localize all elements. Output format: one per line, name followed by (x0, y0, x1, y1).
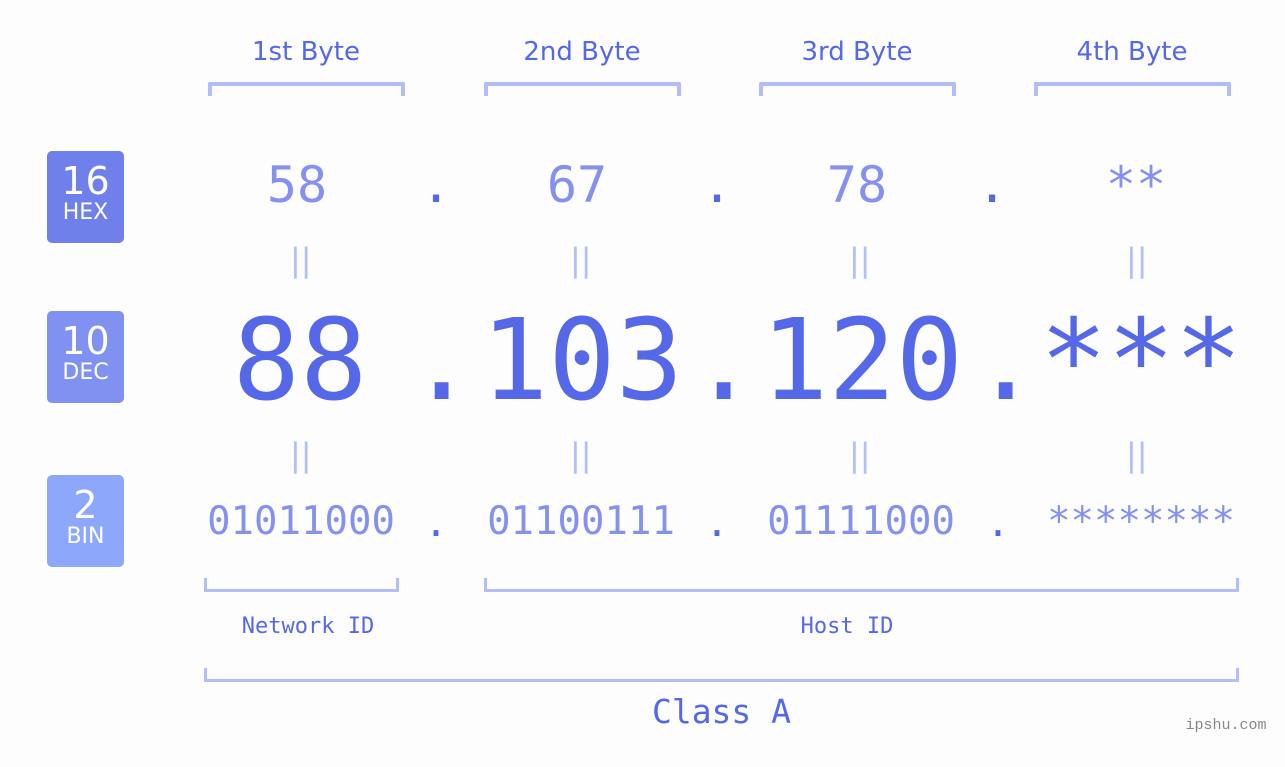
dec-base-number: 10 (61, 319, 110, 363)
equals-marker: || (570, 436, 592, 474)
byte-header-1: 1st Byte (252, 37, 360, 67)
bin-base-number: 2 (73, 483, 98, 527)
bin-base-label: BIN (66, 524, 105, 549)
bin-separator: . (424, 501, 448, 546)
hex-octet-2: 67 (546, 156, 608, 214)
equals-marker: || (849, 241, 871, 279)
network-id-bracket (204, 578, 399, 592)
hex-octet-3: 78 (826, 156, 888, 214)
byte-header-3: 3rd Byte (801, 37, 913, 67)
watermark: ipshu.com (1185, 717, 1267, 734)
dec-separator: . (690, 296, 758, 426)
class-bracket (204, 668, 1239, 682)
dec-base-label: DEC (62, 360, 109, 385)
class-label: Class A (651, 692, 792, 731)
hex-separator: . (421, 156, 452, 214)
bin-separator: . (986, 501, 1010, 546)
hex-separator: . (977, 156, 1008, 214)
bin-badge: 2 BIN (47, 475, 124, 567)
dec-separator: . (408, 296, 476, 426)
equals-marker: || (290, 241, 312, 279)
byte-header-2: 2nd Byte (523, 37, 641, 67)
equals-marker: || (1126, 241, 1148, 279)
equals-marker: || (290, 436, 312, 474)
byte-bracket-1 (208, 82, 405, 96)
hex-base-number: 16 (61, 159, 110, 203)
dec-badge: 10 DEC (47, 311, 124, 403)
equals-marker: || (570, 241, 592, 279)
equals-marker: || (849, 436, 871, 474)
host-id-bracket (484, 578, 1239, 592)
dec-octet-1: 88 (232, 296, 368, 426)
dec-octet-3: 120 (760, 296, 964, 426)
byte-bracket-4 (1034, 82, 1231, 96)
network-id-label: Network ID (241, 614, 375, 639)
hex-octet-1: 58 (266, 156, 328, 214)
dec-separator: . (972, 296, 1040, 426)
bin-octet-3: 01111000 (767, 499, 955, 544)
hex-base-label: HEX (62, 200, 109, 225)
hex-separator: . (702, 156, 733, 214)
hex-octet-4: ** (1105, 156, 1167, 214)
byte-bracket-3 (759, 82, 956, 96)
dec-octet-2: 103 (480, 296, 684, 426)
hex-badge: 16 HEX (47, 151, 124, 243)
equals-marker: || (1126, 436, 1148, 474)
bin-octet-1: 01011000 (207, 499, 395, 544)
byte-bracket-2 (484, 82, 681, 96)
bin-separator: . (705, 501, 729, 546)
host-id-label: Host ID (800, 614, 894, 639)
byte-header-4: 4th Byte (1076, 37, 1188, 67)
dec-octet-4: *** (1039, 296, 1243, 426)
bin-octet-4: ******** (1047, 499, 1235, 544)
bin-octet-2: 01100111 (487, 499, 675, 544)
